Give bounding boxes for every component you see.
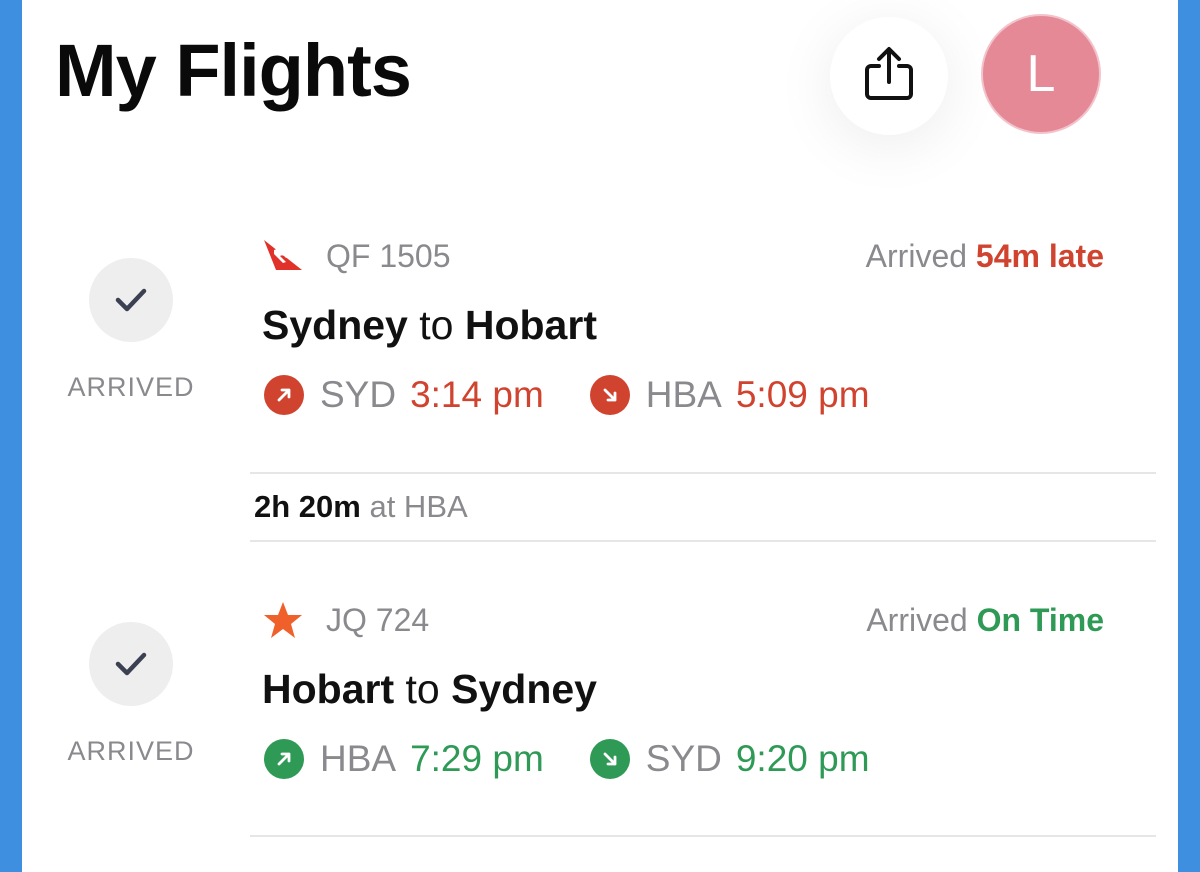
- departure-leg: SYD 3:14 pm: [264, 374, 544, 416]
- qantas-kangaroo-icon: [262, 236, 304, 277]
- avatar[interactable]: L: [981, 14, 1101, 134]
- arrival-leg: HBA 5:09 pm: [589, 374, 870, 416]
- arrival-airport-code: HBA: [645, 374, 722, 415]
- departure-arrow-icon: [264, 375, 304, 415]
- layover-info: 2h 20m at HBA: [254, 489, 468, 525]
- page-title: My Flights: [55, 29, 412, 112]
- arrival-status-value: 54m late: [975, 238, 1104, 274]
- route-connector: to: [405, 666, 440, 712]
- origin-city: Hobart: [262, 666, 395, 712]
- departure-time: 7:29 pm: [410, 738, 544, 779]
- arrival-status-prefix: Arrived: [866, 602, 968, 638]
- arrival-status: Arrived 54m late: [866, 238, 1104, 275]
- flight-status-indicator: ARRIVED: [66, 622, 196, 767]
- flight-route: Sydney to Hobart: [262, 302, 597, 349]
- checkmark-icon: [89, 622, 173, 706]
- share-icon: [861, 44, 917, 109]
- destination-city: Sydney: [451, 666, 597, 712]
- departure-arrow-icon: [264, 739, 304, 779]
- arrival-time: 9:20 pm: [735, 738, 870, 779]
- flight-number: QF 1505: [326, 238, 451, 274]
- departure-leg: HBA 7:29 pm: [264, 738, 544, 780]
- share-button[interactable]: [830, 17, 948, 135]
- flight-number: JQ 724: [326, 602, 430, 638]
- status-label: ARRIVED: [67, 736, 195, 766]
- arrival-status-prefix: Arrived: [865, 238, 968, 274]
- jetstar-star-icon: [262, 600, 304, 645]
- arrival-leg: SYD 9:20 pm: [589, 738, 870, 780]
- divider: [250, 835, 1156, 837]
- layover-duration: 2h 20m: [254, 489, 361, 524]
- flight-times: SYD 3:14 pm HBA 5:09 pm: [264, 374, 916, 416]
- status-label: ARRIVED: [67, 372, 195, 402]
- arrival-arrow-icon: [589, 739, 630, 779]
- flight-header[interactable]: QF 1505 Arrived 54m late: [262, 236, 1104, 276]
- departure-time: 3:14 pm: [410, 374, 544, 415]
- arrival-airport-code: SYD: [645, 738, 722, 779]
- departure-airport-code: SYD: [320, 374, 397, 415]
- arrival-time: 5:09 pm: [735, 374, 870, 415]
- checkmark-icon: [89, 258, 173, 342]
- divider: [250, 540, 1156, 542]
- flight-status-indicator: ARRIVED: [66, 258, 196, 403]
- layover-location: at HBA: [369, 489, 468, 524]
- departure-airport-code: HBA: [320, 738, 397, 779]
- route-connector: to: [419, 302, 454, 348]
- arrival-status-value: On Time: [976, 602, 1104, 638]
- arrival-status: Arrived On Time: [866, 602, 1104, 639]
- divider: [250, 472, 1156, 474]
- flight-header[interactable]: JQ 724 Arrived On Time: [262, 600, 1104, 640]
- flight-times: HBA 7:29 pm SYD 9:20 pm: [264, 738, 916, 780]
- arrival-arrow-icon: [589, 375, 630, 415]
- destination-city: Hobart: [464, 302, 597, 348]
- flight-route: Hobart to Sydney: [262, 666, 597, 713]
- origin-city: Sydney: [262, 302, 408, 348]
